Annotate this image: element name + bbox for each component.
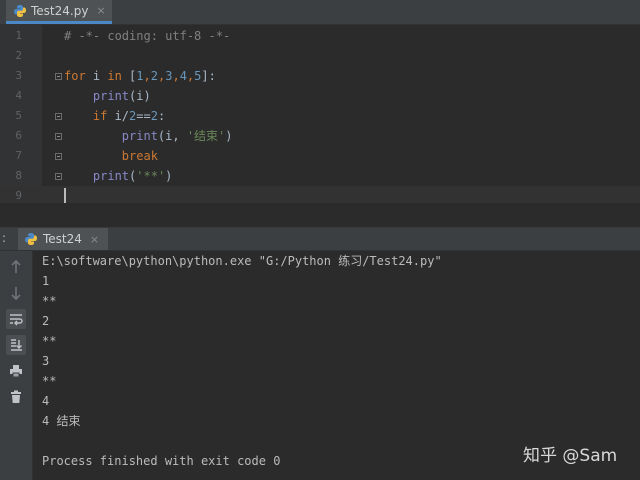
console-line: 1 bbox=[42, 274, 50, 288]
code-line[interactable]: 6 print(i, '结束') bbox=[0, 126, 640, 146]
line-number: 5 bbox=[15, 109, 22, 122]
console-line: 4 bbox=[42, 394, 50, 408]
console-line: ** bbox=[42, 294, 57, 308]
run-label: : bbox=[2, 231, 7, 245]
code-token: ) bbox=[225, 129, 233, 143]
code-text: for i in [1,2,3,4,5]: bbox=[64, 66, 216, 86]
line-number: 7 bbox=[15, 149, 22, 162]
code-token: if bbox=[92, 109, 108, 123]
code-text: break bbox=[64, 146, 158, 166]
code-token: i bbox=[85, 69, 108, 83]
code-token: break bbox=[121, 149, 158, 163]
code-token: (i, bbox=[157, 129, 187, 143]
code-text: if i/2==2: bbox=[64, 106, 165, 126]
console-line: 4 结束 bbox=[42, 414, 81, 428]
editor-bottom-area bbox=[0, 203, 640, 228]
fold-marker-icon[interactable] bbox=[55, 173, 62, 180]
code-token: , bbox=[172, 69, 180, 83]
watermark: 知乎 @Sam bbox=[523, 446, 618, 466]
run-toolbar bbox=[0, 251, 33, 480]
code-token: i/ bbox=[107, 109, 130, 123]
run-tool-window-header: : Test24 × bbox=[0, 228, 640, 251]
tab-test24-py[interactable]: Test24.py × bbox=[6, 0, 112, 24]
fold-marker-icon[interactable] bbox=[55, 113, 62, 120]
code-text: print(i, '结束') bbox=[64, 126, 233, 146]
line-number: 8 bbox=[15, 169, 22, 182]
code-token: # -*- coding: utf-8 -*- bbox=[64, 29, 231, 43]
run-tab-close-icon[interactable]: × bbox=[90, 233, 99, 246]
tab-label: Test24.py bbox=[31, 3, 89, 18]
code-line[interactable]: 7 break bbox=[0, 146, 640, 166]
code-line[interactable]: 4 print(i) bbox=[0, 86, 640, 106]
code-line[interactable]: 2 bbox=[0, 46, 640, 66]
run-tab-label: Test24 bbox=[43, 232, 82, 246]
code-token: print bbox=[92, 89, 130, 103]
code-line[interactable]: 8 print('**') bbox=[0, 166, 640, 186]
code-token: 2 bbox=[150, 109, 158, 123]
code-token: 2 bbox=[150, 69, 158, 83]
python-run-icon bbox=[25, 233, 37, 245]
fold-marker-icon[interactable] bbox=[55, 153, 62, 160]
run-tab-test24[interactable]: Test24 × bbox=[18, 228, 108, 250]
code-text: print('**') bbox=[64, 166, 173, 186]
code-token: for bbox=[64, 69, 86, 83]
line-number: 4 bbox=[15, 89, 22, 102]
code-token: 4 bbox=[179, 69, 187, 83]
code-token: in bbox=[107, 69, 122, 83]
code-editor[interactable]: 1 # -*- coding: utf-8 -*- 2 3 for i in [1,2,… bbox=[0, 25, 640, 206]
code-token: 1 bbox=[136, 69, 144, 83]
code-token: ) bbox=[165, 169, 173, 183]
code-token: [ bbox=[121, 69, 137, 83]
python-file-icon bbox=[14, 4, 26, 17]
print-icon[interactable] bbox=[6, 361, 26, 381]
text-caret bbox=[64, 188, 66, 204]
code-token: (i) bbox=[129, 89, 151, 103]
code-token: print bbox=[92, 169, 130, 183]
arrow-up-icon[interactable] bbox=[6, 257, 26, 277]
tab-close-icon[interactable]: × bbox=[96, 4, 105, 17]
line-number: 6 bbox=[15, 129, 22, 142]
soft-wrap-icon[interactable] bbox=[6, 309, 26, 329]
code-line[interactable]: 1 # -*- coding: utf-8 -*- bbox=[0, 26, 640, 46]
code-token: : bbox=[157, 109, 166, 123]
code-token: '**' bbox=[136, 169, 166, 183]
code-token: == bbox=[136, 109, 151, 123]
code-line[interactable]: 3 for i in [1,2,3,4,5]: bbox=[0, 66, 640, 86]
line-number: 1 bbox=[15, 29, 22, 42]
fold-marker-icon[interactable] bbox=[55, 133, 62, 140]
code-token: print bbox=[121, 129, 158, 143]
line-number: 3 bbox=[15, 69, 22, 82]
console-line: Process finished with exit code 0 bbox=[42, 454, 281, 468]
code-text: print(i) bbox=[64, 86, 151, 106]
console-line: ** bbox=[42, 334, 57, 348]
console-line: 2 bbox=[42, 314, 50, 328]
code-line[interactable]: 5 if i/2==2: bbox=[0, 106, 640, 126]
code-token: ]: bbox=[201, 69, 216, 83]
trash-icon[interactable] bbox=[6, 387, 26, 407]
code-token: '结束' bbox=[186, 129, 226, 143]
code-token: , bbox=[143, 69, 151, 83]
console-line: E:\software\python\python.exe "G:/Python… bbox=[42, 254, 442, 268]
line-number: 2 bbox=[15, 49, 22, 62]
scroll-to-end-icon[interactable] bbox=[6, 335, 26, 355]
editor-tab-bar: Test24.py × bbox=[0, 0, 640, 25]
console-line: 3 bbox=[42, 354, 50, 368]
arrow-down-icon[interactable] bbox=[6, 283, 26, 303]
fold-marker-icon[interactable] bbox=[55, 73, 62, 80]
console-line: ** bbox=[42, 374, 57, 388]
code-text: # -*- coding: utf-8 -*- bbox=[64, 26, 230, 46]
